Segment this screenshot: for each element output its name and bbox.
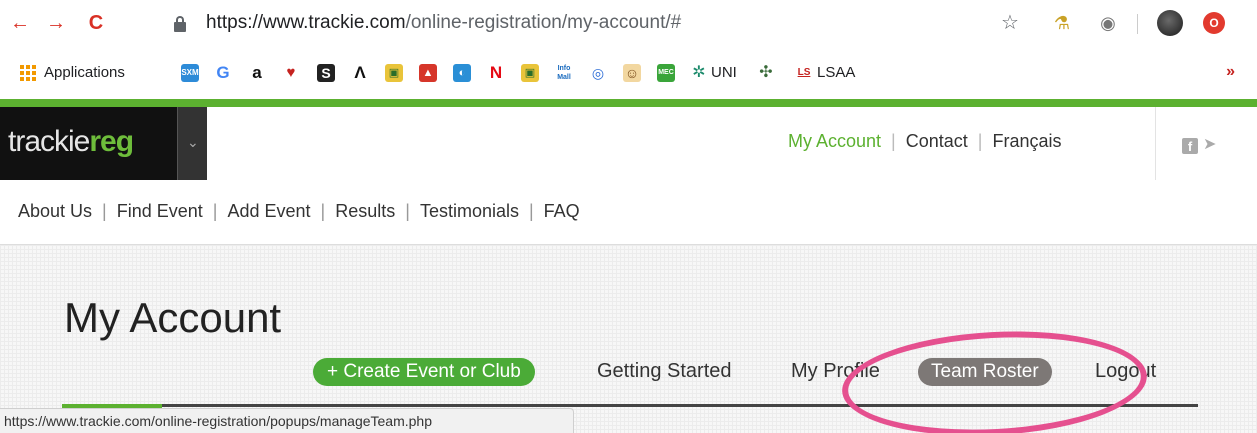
lock-icon bbox=[174, 16, 186, 32]
tab-underline bbox=[62, 404, 1198, 407]
reload-icon[interactable]: C bbox=[82, 9, 110, 37]
infomall-bookmark-icon[interactable]: Info Mall bbox=[555, 64, 573, 82]
logo-dropdown-button[interactable]: ⌄ bbox=[177, 107, 207, 180]
create-event-button[interactable]: + Create Event or Club bbox=[313, 358, 535, 386]
top-link-my-account[interactable]: My Account bbox=[788, 131, 881, 151]
nav-faq[interactable]: FAQ bbox=[544, 201, 580, 221]
nav-testimonials[interactable]: Testimonials bbox=[420, 201, 519, 221]
uni-star-icon[interactable]: ✲ bbox=[690, 64, 708, 82]
page-title: My Account bbox=[64, 294, 282, 341]
lambda-bookmark-icon[interactable]: Λ bbox=[351, 64, 369, 82]
site-accent-bar bbox=[0, 99, 1257, 107]
chevron-down-icon: ⌄ bbox=[187, 134, 199, 150]
classroom-bookmark-icon[interactable]: ▣ bbox=[385, 64, 403, 82]
apps-grid-icon[interactable] bbox=[20, 65, 36, 81]
nav-results[interactable]: Results bbox=[335, 201, 395, 221]
classroom2-bookmark-icon[interactable]: ▣ bbox=[521, 64, 539, 82]
tab-team-roster[interactable]: Team Roster bbox=[918, 358, 1052, 386]
site-header: trackiereg ⌄ My Account | Contact | Français… bbox=[0, 107, 1257, 180]
film-extension-icon[interactable]: ◉ bbox=[1095, 10, 1121, 36]
profile-avatar-icon[interactable] bbox=[1157, 10, 1183, 36]
back-arrow-icon[interactable]: ← bbox=[6, 9, 34, 37]
bookmark-uni[interactable]: UNI bbox=[711, 63, 737, 83]
browser-extension-icons: ☆ ⚗ ◉ O bbox=[997, 10, 1257, 36]
twitter-icon[interactable]: ➤ bbox=[1203, 134, 1216, 154]
nav-about-us[interactable]: About Us bbox=[18, 201, 92, 221]
face-bookmark-icon[interactable]: ☺ bbox=[623, 64, 641, 82]
facebook-icon[interactable]: f bbox=[1182, 138, 1198, 154]
address-bar[interactable]: https://www.trackie.com/online-registrat… bbox=[118, 9, 988, 39]
top-links: My Account | Contact | Français bbox=[788, 131, 1062, 151]
tab-my-profile[interactable]: My Profile bbox=[791, 360, 880, 383]
opera-extension-icon[interactable]: O bbox=[1203, 12, 1225, 34]
top-link-contact[interactable]: Contact bbox=[906, 131, 968, 151]
nav-add-event[interactable]: Add Event bbox=[227, 201, 310, 221]
radio-bookmark-icon[interactable]: ◎ bbox=[589, 64, 607, 82]
tab-getting-started[interactable]: Getting Started bbox=[597, 360, 732, 383]
main-nav: About Us | Find Event | Add Event | Results | Te… bbox=[18, 201, 580, 221]
amazon-bookmark-icon[interactable]: a bbox=[248, 64, 266, 82]
more-bookmarks-icon[interactable]: » bbox=[1226, 63, 1235, 81]
sxm-bookmark-icon[interactable]: SXM bbox=[181, 64, 199, 82]
bookmark-star-icon[interactable]: ☆ bbox=[997, 10, 1023, 36]
netflix-bookmark-icon[interactable]: N bbox=[487, 64, 505, 82]
mec-bookmark-icon[interactable]: MEC bbox=[657, 64, 675, 82]
s-bookmark-icon[interactable]: S bbox=[317, 64, 335, 82]
lsaa-logo-icon[interactable]: LS bbox=[795, 64, 813, 82]
shield-bookmark-icon[interactable]: ♥ bbox=[282, 64, 300, 82]
toolbar-divider bbox=[1137, 14, 1138, 34]
bookmarks-bar: Applications SXM G a ♥ S Λ ▣ ▲ ◐ N ▣ Inf… bbox=[0, 53, 1257, 93]
google-bookmark-icon[interactable]: G bbox=[214, 64, 232, 82]
turtle-bookmark-icon[interactable]: ✣ bbox=[757, 64, 775, 82]
top-link-francais[interactable]: Français bbox=[992, 131, 1061, 151]
account-content: My Account + Create Event or Club Gettin… bbox=[0, 245, 1257, 433]
browser-toolbar: ← → C https://www.trackie.com/online-reg… bbox=[0, 0, 1257, 53]
url-text[interactable]: https://www.trackie.com/online-registrat… bbox=[206, 12, 681, 34]
bookmark-lsaa[interactable]: LSAA bbox=[817, 63, 855, 83]
social-divider bbox=[1155, 107, 1156, 180]
bookmark-applications[interactable]: Applications bbox=[44, 63, 125, 83]
trackiereg-logo[interactable]: trackiereg bbox=[0, 107, 177, 180]
red-bookmark-icon[interactable]: ▲ bbox=[419, 64, 437, 82]
forward-arrow-icon[interactable]: → bbox=[42, 9, 70, 37]
nav-find-event[interactable]: Find Event bbox=[117, 201, 203, 221]
globe-bookmark-icon[interactable]: ◐ bbox=[453, 64, 471, 82]
flask-extension-icon[interactable]: ⚗ bbox=[1049, 10, 1075, 36]
tab-logout[interactable]: Logout bbox=[1095, 360, 1156, 383]
link-status-bar: https://www.trackie.com/online-registrat… bbox=[0, 408, 574, 433]
